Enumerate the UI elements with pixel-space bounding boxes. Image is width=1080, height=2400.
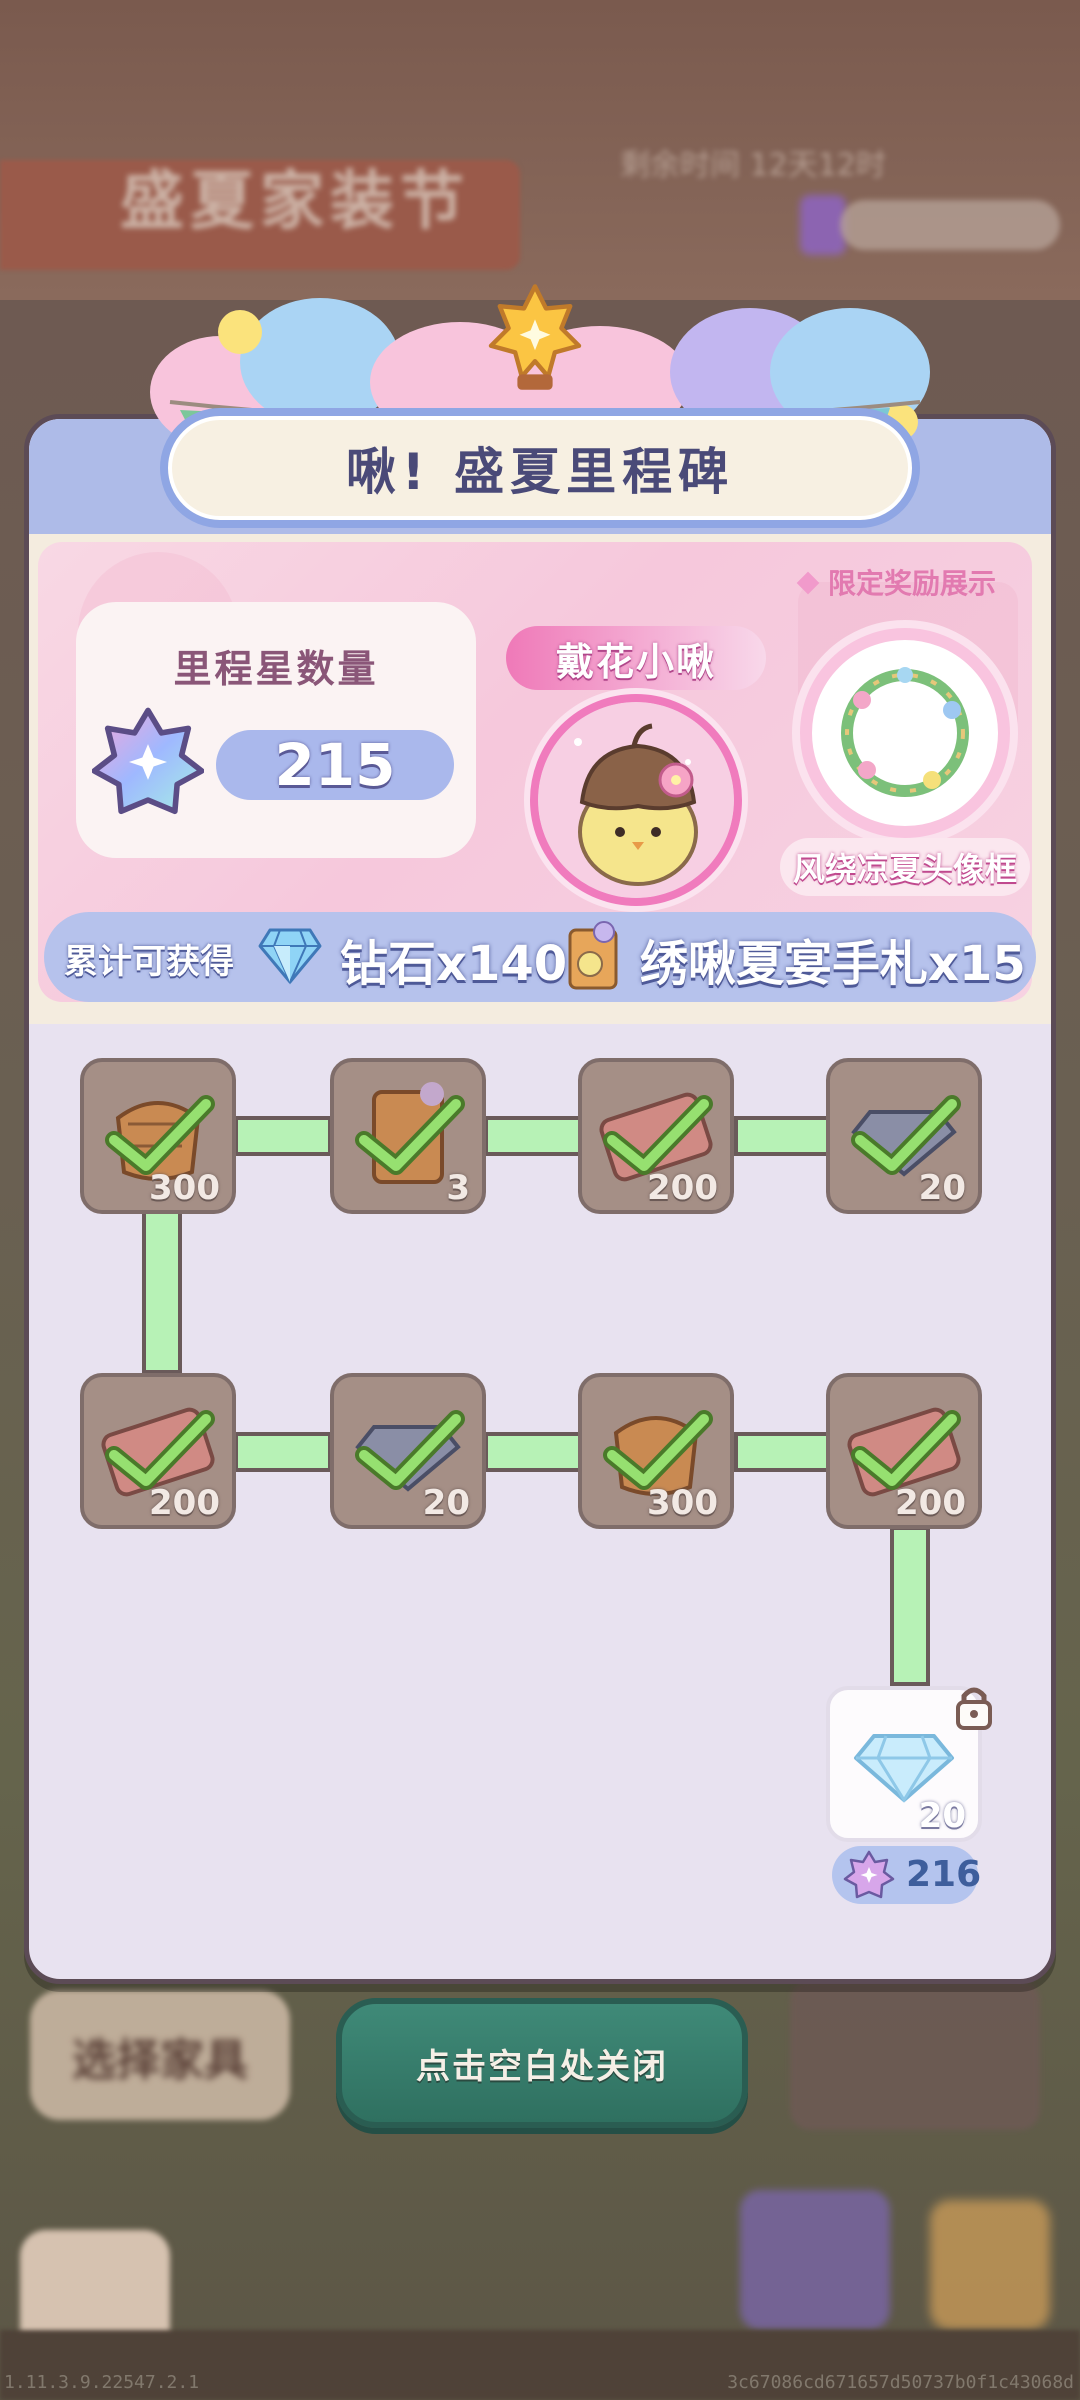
- path-connector: [142, 1210, 182, 1374]
- limited-reward-label[interactable]: 限定奖励展示: [800, 562, 996, 602]
- device-id-text: 3c67086cd671657d50737b0f1c43068d: [727, 2372, 1074, 2393]
- notebook-icon: [568, 921, 618, 990]
- milestone-star-icon: [92, 707, 204, 815]
- path-connector: [734, 1116, 832, 1156]
- path-connector: [734, 1432, 832, 1472]
- milestone-node[interactable]: 200: [578, 1058, 734, 1214]
- milestone-star-icon: [843, 1850, 895, 1899]
- milestone-qty: 20: [918, 1796, 966, 1836]
- avatar-name-tag: 戴花小啾: [506, 626, 766, 690]
- milestone-qty: 300: [149, 1168, 220, 1208]
- milestone-node[interactable]: 200: [80, 1373, 236, 1529]
- milestone-node[interactable]: 20: [330, 1373, 486, 1529]
- path-connector: [484, 1116, 582, 1156]
- version-text: 1.11.3.9.22547.2.1: [4, 2372, 200, 2393]
- path-connector: [234, 1432, 332, 1472]
- milestone-star-title: 里程星数量: [173, 647, 379, 691]
- close-hint-button[interactable]: 点击空白处关闭: [336, 1998, 748, 2128]
- diamond-icon: [258, 928, 322, 985]
- select-furniture-button: 选择家具: [30, 1990, 290, 2120]
- milestone-qty: 20: [918, 1168, 966, 1208]
- wreath-frame-icon: [841, 667, 969, 797]
- chick-avatar-icon: [538, 702, 734, 898]
- milestone-node[interactable]: 200: [826, 1373, 982, 1529]
- path-connector: [484, 1432, 582, 1472]
- background-panel: [790, 1980, 1040, 2130]
- milestone-node[interactable]: 3: [330, 1058, 486, 1214]
- milestone-requirement-value: 216: [906, 1854, 982, 1895]
- panel-title: 啾! 盛夏里程碑: [345, 443, 735, 501]
- path-connector: [234, 1116, 332, 1156]
- select-furniture-label: 选择家具: [72, 2035, 248, 2086]
- milestone-qty: 200: [149, 1483, 220, 1523]
- milestone-star-count: 215: [274, 731, 396, 799]
- milestone-requirement: 216: [832, 1846, 982, 1904]
- avatar-reward[interactable]: [530, 694, 742, 906]
- total-diamond-amount: 钻石x140: [340, 936, 568, 992]
- milestone-node[interactable]: 300: [80, 1058, 236, 1214]
- close-hint-label: 点击空白处关闭: [416, 2046, 668, 2087]
- frame-name-tag: 风绕凉夏头像框: [780, 838, 1030, 896]
- star-trophy-icon: [488, 284, 582, 390]
- event-title: 盛夏家装节: [120, 165, 470, 239]
- milestone-qty: 3: [446, 1168, 470, 1208]
- frame-name: 风绕凉夏头像框: [792, 850, 1017, 888]
- total-rewards-bar: 累计可获得 钻石x140 绣啾夏宴手札x15: [44, 912, 1036, 1002]
- panel-title-plate: 啾! 盛夏里程碑: [160, 408, 920, 528]
- path-connector: [890, 1526, 930, 1686]
- total-notebook-amount: 绣啾夏宴手札x15: [640, 936, 1026, 992]
- avatar-frame-reward[interactable]: [800, 628, 1010, 838]
- milestone-node[interactable]: 300: [578, 1373, 734, 1529]
- shop-icon: [740, 2190, 890, 2330]
- event-timer: 剩余时间 12天12时: [620, 148, 886, 183]
- avatar-name: 戴花小啾: [555, 639, 716, 684]
- milestone-qty: 200: [895, 1483, 966, 1523]
- activity-icon: [930, 2200, 1050, 2330]
- milestone-node[interactable]: 20: [826, 1058, 982, 1214]
- lock-icon: [956, 1687, 992, 1730]
- milestone-qty: 20: [422, 1483, 470, 1523]
- milestone-star-card: 里程星数量 215: [76, 602, 476, 858]
- milestone-qty: 200: [647, 1168, 718, 1208]
- milestone-star-count-pill: 215: [216, 730, 454, 800]
- total-rewards-label: 累计可获得: [64, 942, 234, 982]
- energy-bar: [840, 200, 1060, 250]
- milestone-qty: 300: [647, 1483, 718, 1523]
